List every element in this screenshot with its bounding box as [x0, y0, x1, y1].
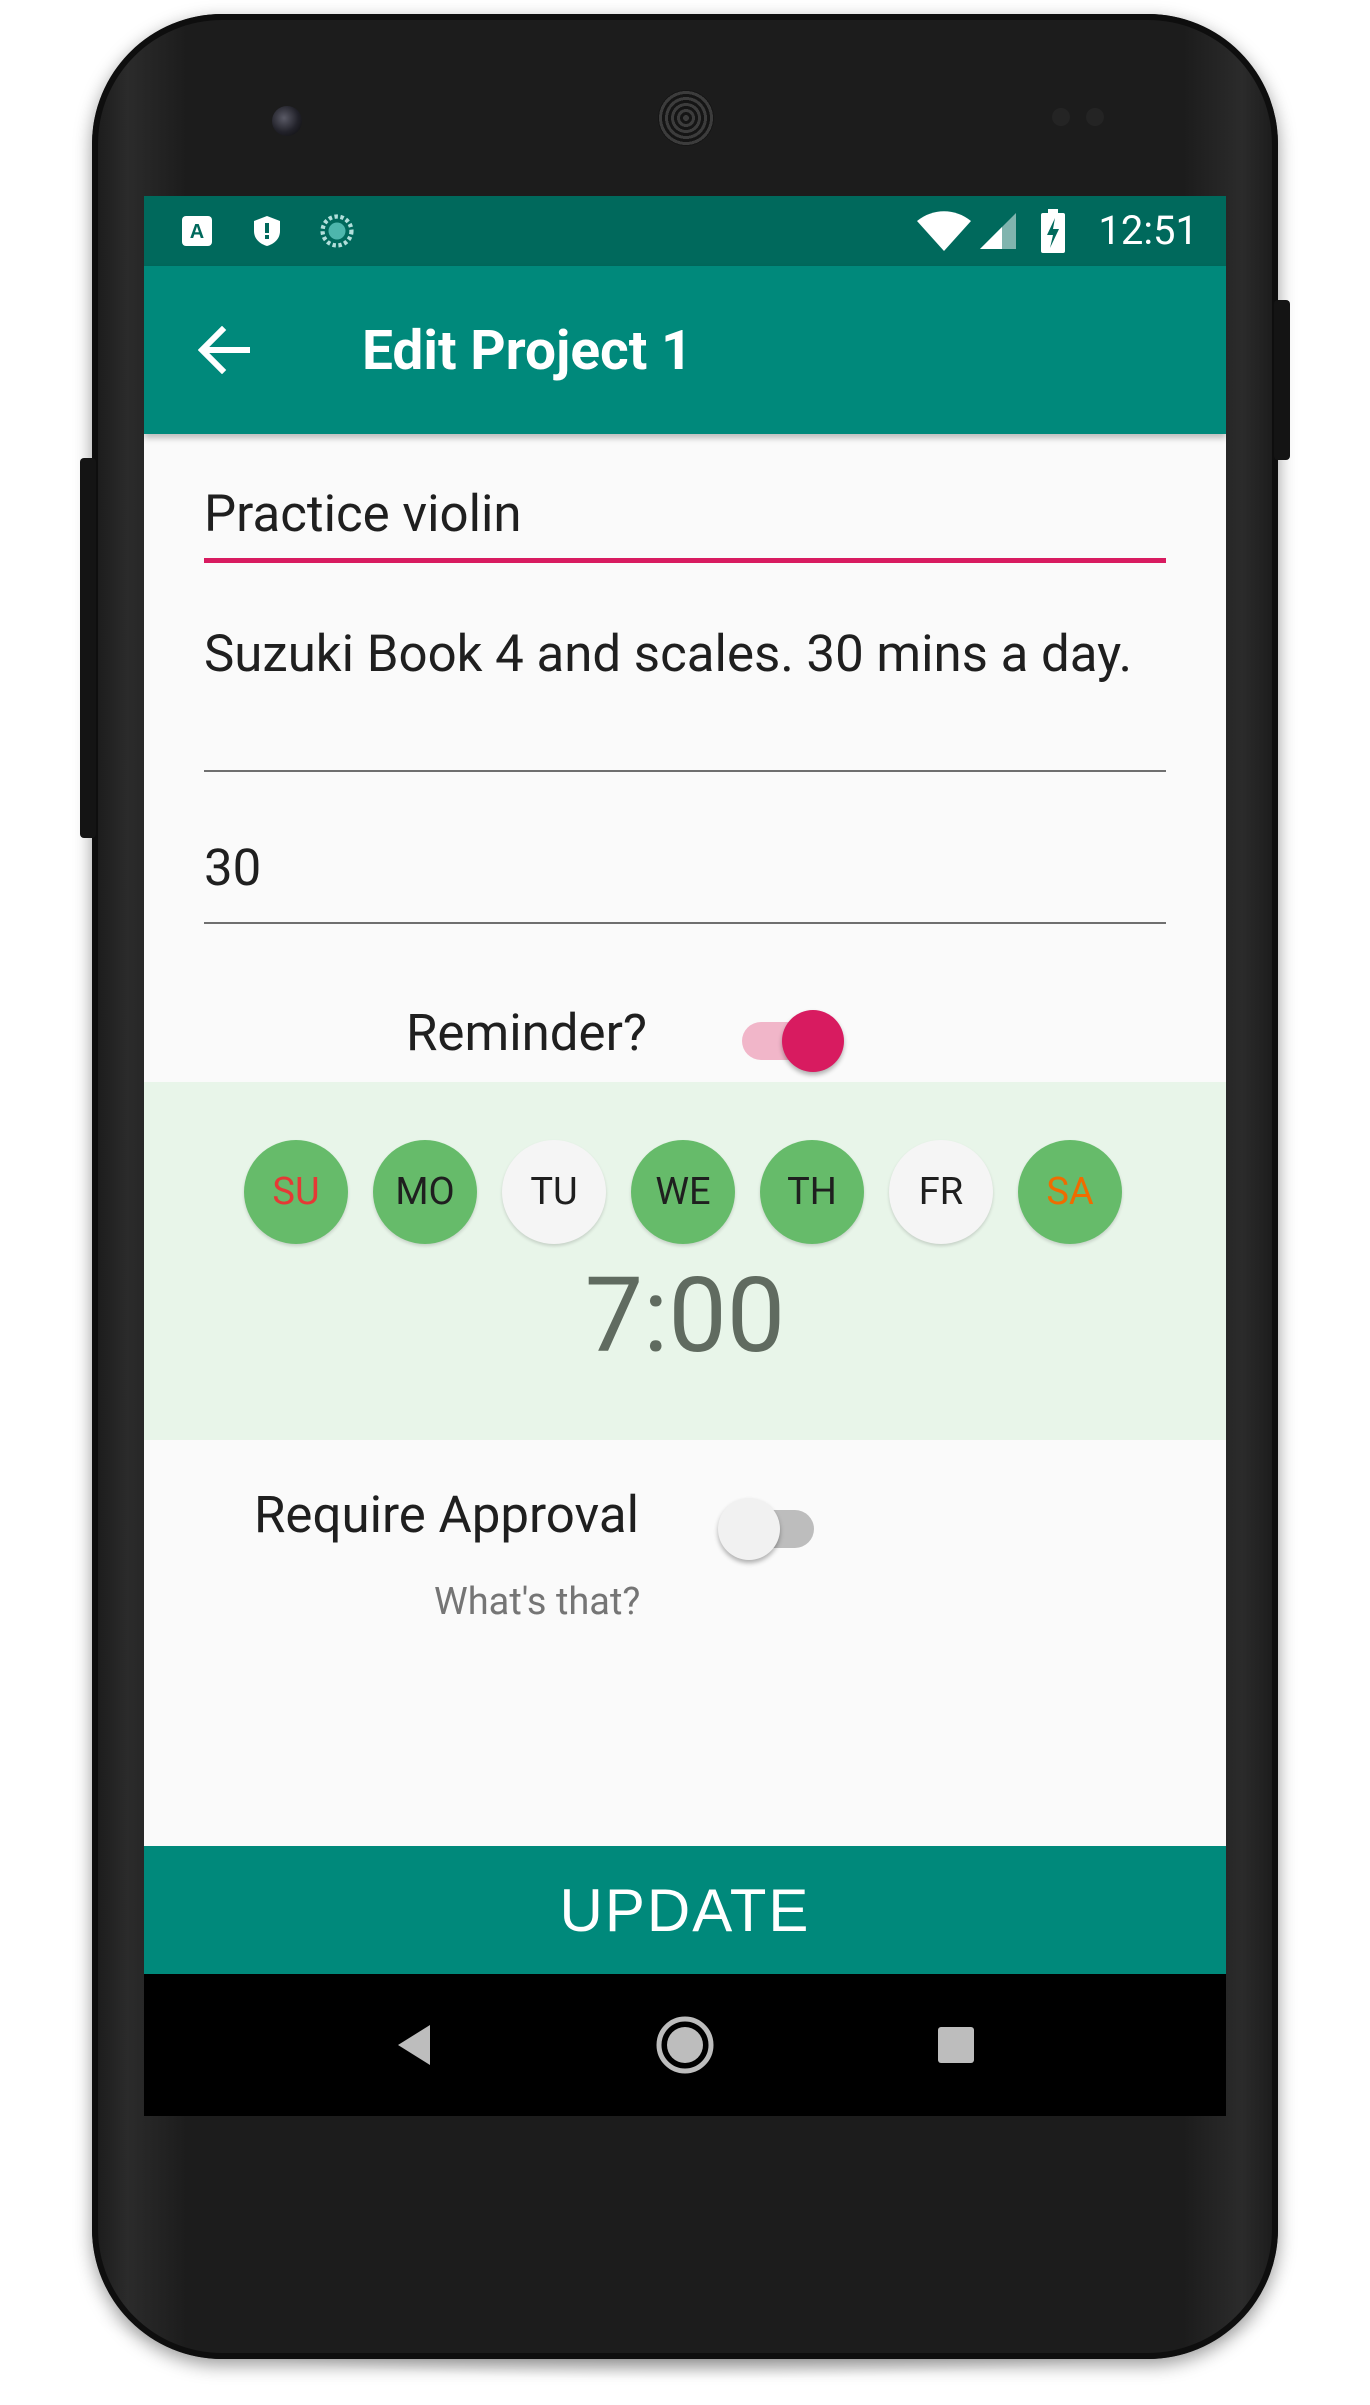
day-toggle-th[interactable]: TH — [760, 1140, 864, 1244]
nav-home-button[interactable] — [650, 2010, 720, 2080]
svg-text:A: A — [190, 221, 204, 243]
day-label: TH — [787, 1170, 837, 1214]
nav-recents-button[interactable] — [921, 2010, 991, 2080]
day-label: TU — [530, 1170, 578, 1214]
day-label: WE — [655, 1170, 711, 1214]
reminder-label: Reminder? — [406, 1004, 647, 1063]
status-time: 12:51 — [1098, 207, 1198, 254]
day-label: MO — [395, 1170, 455, 1214]
day-toggle-su[interactable]: SU — [244, 1140, 348, 1244]
app-bar: Edit Project 1 — [144, 266, 1226, 434]
description-field[interactable]: Suzuki Book 4 and scales. 30 mins a day. — [204, 616, 1166, 776]
wifi-icon — [914, 211, 974, 251]
back-triangle-icon — [398, 2025, 430, 2065]
day-toggle-we[interactable]: WE — [631, 1140, 735, 1244]
arrow-left-icon — [198, 326, 250, 374]
front-camera-icon — [272, 106, 302, 136]
recents-square-icon — [938, 2027, 974, 2063]
status-bar: A 12:51 — [144, 196, 1226, 266]
project-name-value: Practice violin — [204, 485, 522, 544]
reminder-switch-thumb — [782, 1010, 844, 1072]
minutes-value: 30 — [204, 839, 262, 898]
app-a-icon: A — [180, 214, 214, 248]
day-toggle-sa[interactable]: SA — [1018, 1140, 1122, 1244]
shield-icon — [250, 214, 284, 248]
description-value: Suzuki Book 4 and scales. 30 mins a day. — [204, 625, 1133, 684]
nav-back-button[interactable] — [379, 2010, 449, 2080]
day-label: FR — [918, 1170, 964, 1214]
day-toggle-mo[interactable]: MO — [373, 1140, 477, 1244]
reminder-schedule: SU MO TU WE TH FR SA 7:00 — [144, 1082, 1226, 1440]
sync-icon — [320, 214, 354, 248]
project-name-field[interactable]: Practice violin — [204, 470, 1166, 570]
reminder-time[interactable]: 7:00 — [144, 1252, 1226, 1382]
project-name-underline — [204, 558, 1166, 563]
proximity-sensors — [1052, 108, 1112, 128]
reminder-switch[interactable] — [742, 1008, 846, 1072]
update-button[interactable]: UPDATE — [144, 1846, 1226, 1974]
phone-volume-button — [80, 458, 96, 838]
whats-that-link[interactable]: What's that? — [434, 1580, 640, 1624]
require-approval-switch-thumb — [718, 1498, 780, 1560]
home-circle-icon — [656, 2016, 714, 2074]
screen: A 12:51 Edit Project 1 Practice violin S… — [144, 196, 1226, 2116]
day-toggle-tu[interactable]: TU — [502, 1140, 606, 1244]
back-button[interactable] — [184, 310, 264, 390]
require-approval-label: Require Approval — [254, 1486, 639, 1545]
minutes-field[interactable]: 30 — [204, 814, 1166, 934]
day-toggle-fr[interactable]: FR — [889, 1140, 993, 1244]
day-label: SA — [1046, 1170, 1094, 1214]
page-title: Edit Project 1 — [362, 319, 693, 383]
require-approval-switch[interactable] — [718, 1498, 822, 1562]
speaker-grille — [658, 90, 714, 146]
cell-signal-icon — [976, 213, 1020, 249]
minutes-underline — [204, 922, 1166, 924]
day-label: SU — [272, 1170, 320, 1214]
system-nav-bar — [144, 1974, 1226, 2116]
battery-charging-icon — [1038, 209, 1068, 253]
description-underline — [204, 770, 1166, 772]
phone-power-button — [1274, 300, 1290, 460]
